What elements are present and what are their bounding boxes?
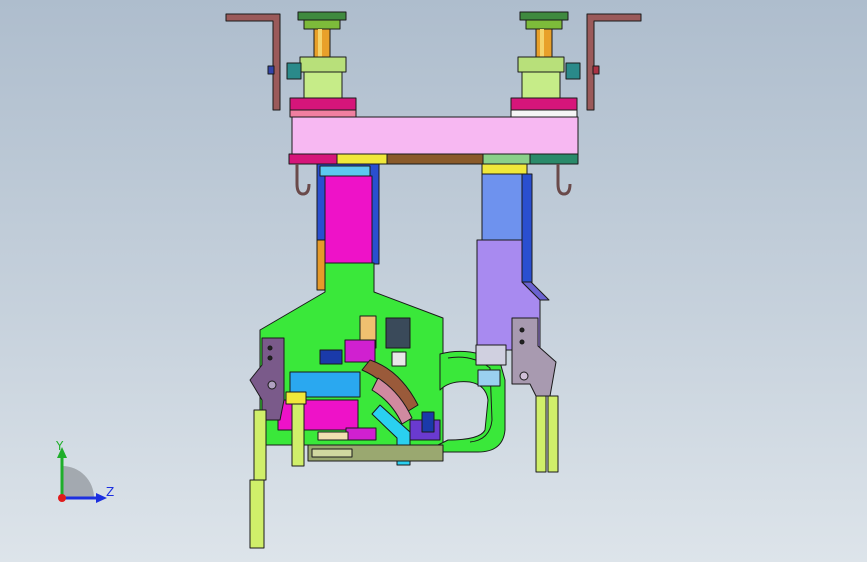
left-cylinder [286,11,357,118]
axis-triad: Y Z [55,439,114,503]
gripper-fixture-model[interactable] [0,0,867,562]
cad-viewport[interactable]: Y Z [0,0,867,562]
curved-part [437,350,506,453]
top-plate [291,116,579,155]
left-column [324,175,373,267]
x-axis-point [58,494,66,502]
left-mount-bracket [225,13,281,111]
triad-quadrant [62,466,94,498]
y-axis-label: Y [55,439,64,453]
right-column [481,173,523,245]
z-axis-label: Z [106,485,114,499]
plate-strip [288,153,579,165]
right-cylinder [510,11,581,118]
right-mount-bracket [586,13,642,111]
